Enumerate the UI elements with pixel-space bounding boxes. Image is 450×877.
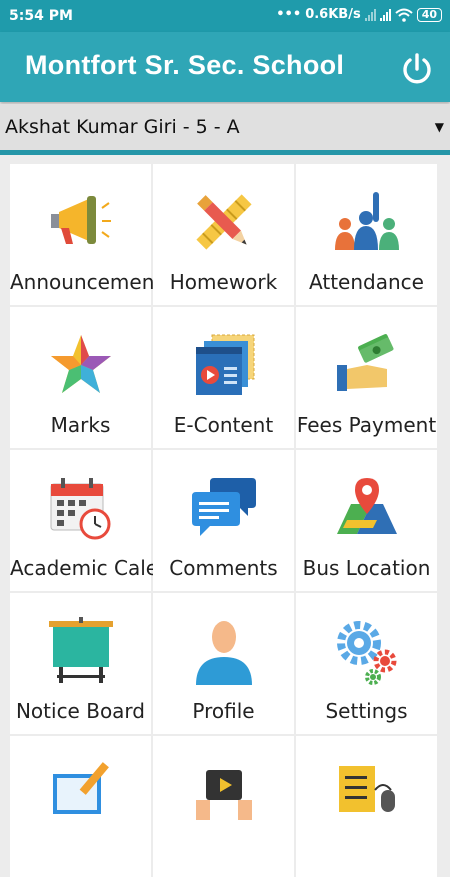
tile-label: Settings — [325, 699, 408, 723]
tile-label: Bus Location — [302, 556, 431, 580]
tile-label: E-Content — [173, 413, 274, 437]
school-title: Montfort Sr. Sec. School — [25, 50, 345, 80]
battery-icon: 40 — [416, 7, 442, 22]
tile-bus-location[interactable]: Bus Location — [296, 450, 437, 591]
student-selector-value: Akshat Kumar Giri - 5 - A — [5, 116, 240, 138]
status-icons: ••• 0.6KB/s 40 — [276, 7, 442, 22]
tile-homework[interactable]: Homework — [153, 164, 294, 305]
tile-profile[interactable]: Profile — [153, 593, 294, 734]
signal-icon-sim2 — [379, 8, 391, 21]
map-pin-icon — [336, 478, 397, 534]
tile-label: Profile — [192, 699, 255, 723]
calendar-clock-icon — [50, 478, 110, 540]
tile-label: Comments — [169, 556, 278, 580]
notice-board-icon — [48, 617, 113, 683]
raised-hand-group-icon — [334, 192, 399, 250]
tile-checklist-mouse[interactable] — [296, 736, 437, 877]
more-dots-icon: ••• — [276, 7, 302, 22]
tile-notice-board[interactable]: Notice Board — [10, 593, 151, 734]
tile-academic-calendar[interactable]: Academic Calendar — [10, 450, 204, 591]
tile-e-content[interactable]: E-Content — [153, 307, 294, 448]
megaphone-icon — [50, 196, 111, 244]
network-speed: 0.6KB/s — [305, 7, 361, 22]
video-hands-icon — [195, 770, 252, 820]
signal-icon-sim1 — [364, 8, 376, 21]
money-hand-icon — [336, 334, 393, 391]
tile-label: Attendance — [309, 270, 424, 294]
status-bar: 5:54 PM ••• 0.6KB/s 40 — [0, 0, 450, 32]
tile-announcement[interactable]: Announcement — [10, 164, 163, 305]
user-icon — [195, 621, 252, 685]
gears-icon — [336, 621, 396, 685]
selector-underline — [0, 150, 450, 155]
power-icon[interactable] — [400, 52, 434, 86]
pencil-ruler-icon — [195, 194, 252, 250]
tile-label: Fees Payment — [296, 413, 437, 437]
menu-grid: Announcement Homework Attendance Marks E… — [10, 164, 438, 877]
edit-note-icon — [52, 762, 109, 814]
status-time: 5:54 PM — [9, 8, 73, 24]
tile-attendance[interactable]: Attendance — [296, 164, 437, 305]
tile-video-hands[interactable] — [153, 736, 294, 877]
tile-label: Notice Board — [15, 699, 146, 723]
wifi-icon — [395, 8, 413, 22]
student-selector[interactable]: Akshat Kumar Giri - 5 - A ▼ — [0, 104, 450, 150]
tile-label: Homework — [169, 270, 278, 294]
tile-marks[interactable]: Marks — [10, 307, 151, 448]
video-content-icon — [195, 334, 254, 395]
star-icon — [50, 335, 111, 393]
dropdown-arrow-icon: ▼ — [434, 120, 444, 134]
tile-label: Marks — [50, 413, 111, 437]
tile-edit-note[interactable] — [10, 736, 151, 877]
chat-bubbles-icon — [191, 478, 256, 536]
checklist-mouse-icon — [338, 766, 395, 812]
tile-comments[interactable]: Comments — [153, 450, 294, 591]
app-bar: Montfort Sr. Sec. School — [0, 32, 450, 102]
tile-fees-payment[interactable]: Fees Payment — [296, 307, 437, 448]
tile-label: Announcement — [10, 270, 163, 294]
tile-settings[interactable]: Settings — [296, 593, 437, 734]
